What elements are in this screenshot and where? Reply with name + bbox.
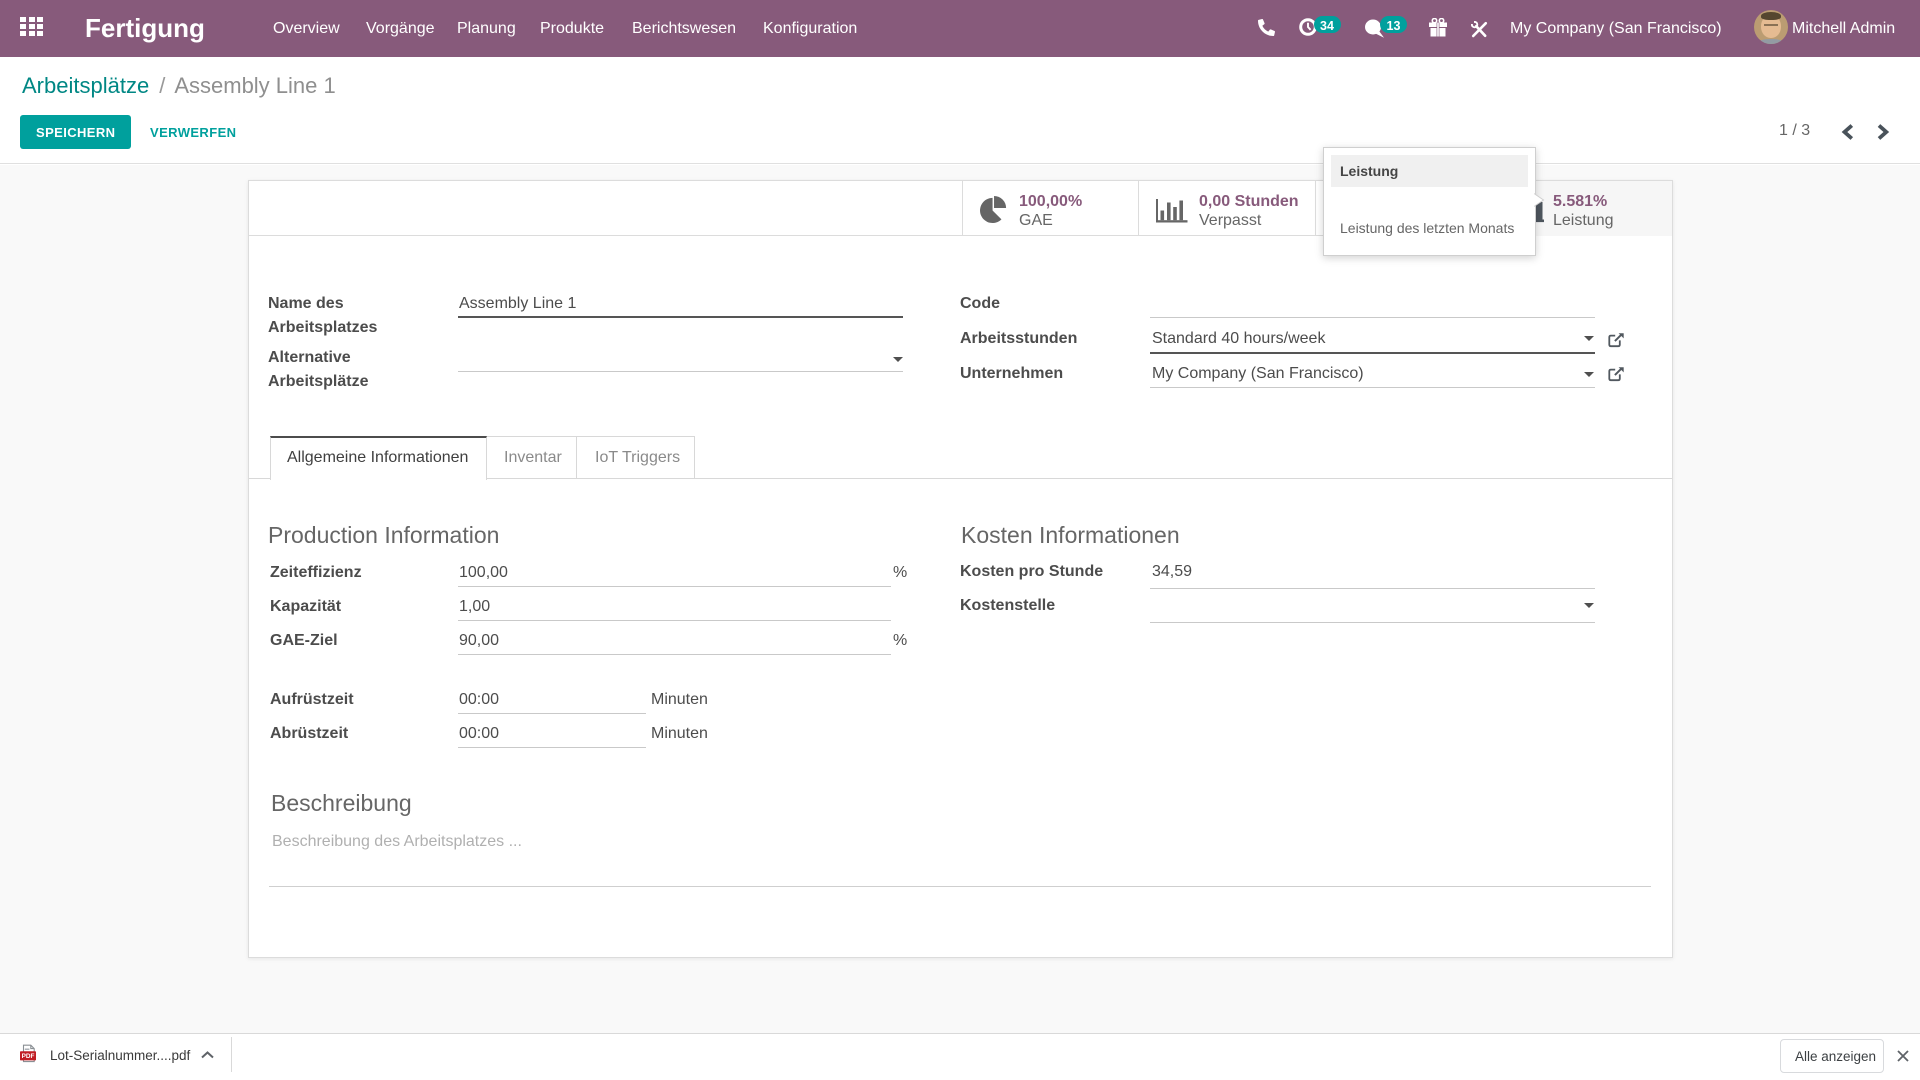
svg-text:PDF: PDF [22,1053,35,1060]
